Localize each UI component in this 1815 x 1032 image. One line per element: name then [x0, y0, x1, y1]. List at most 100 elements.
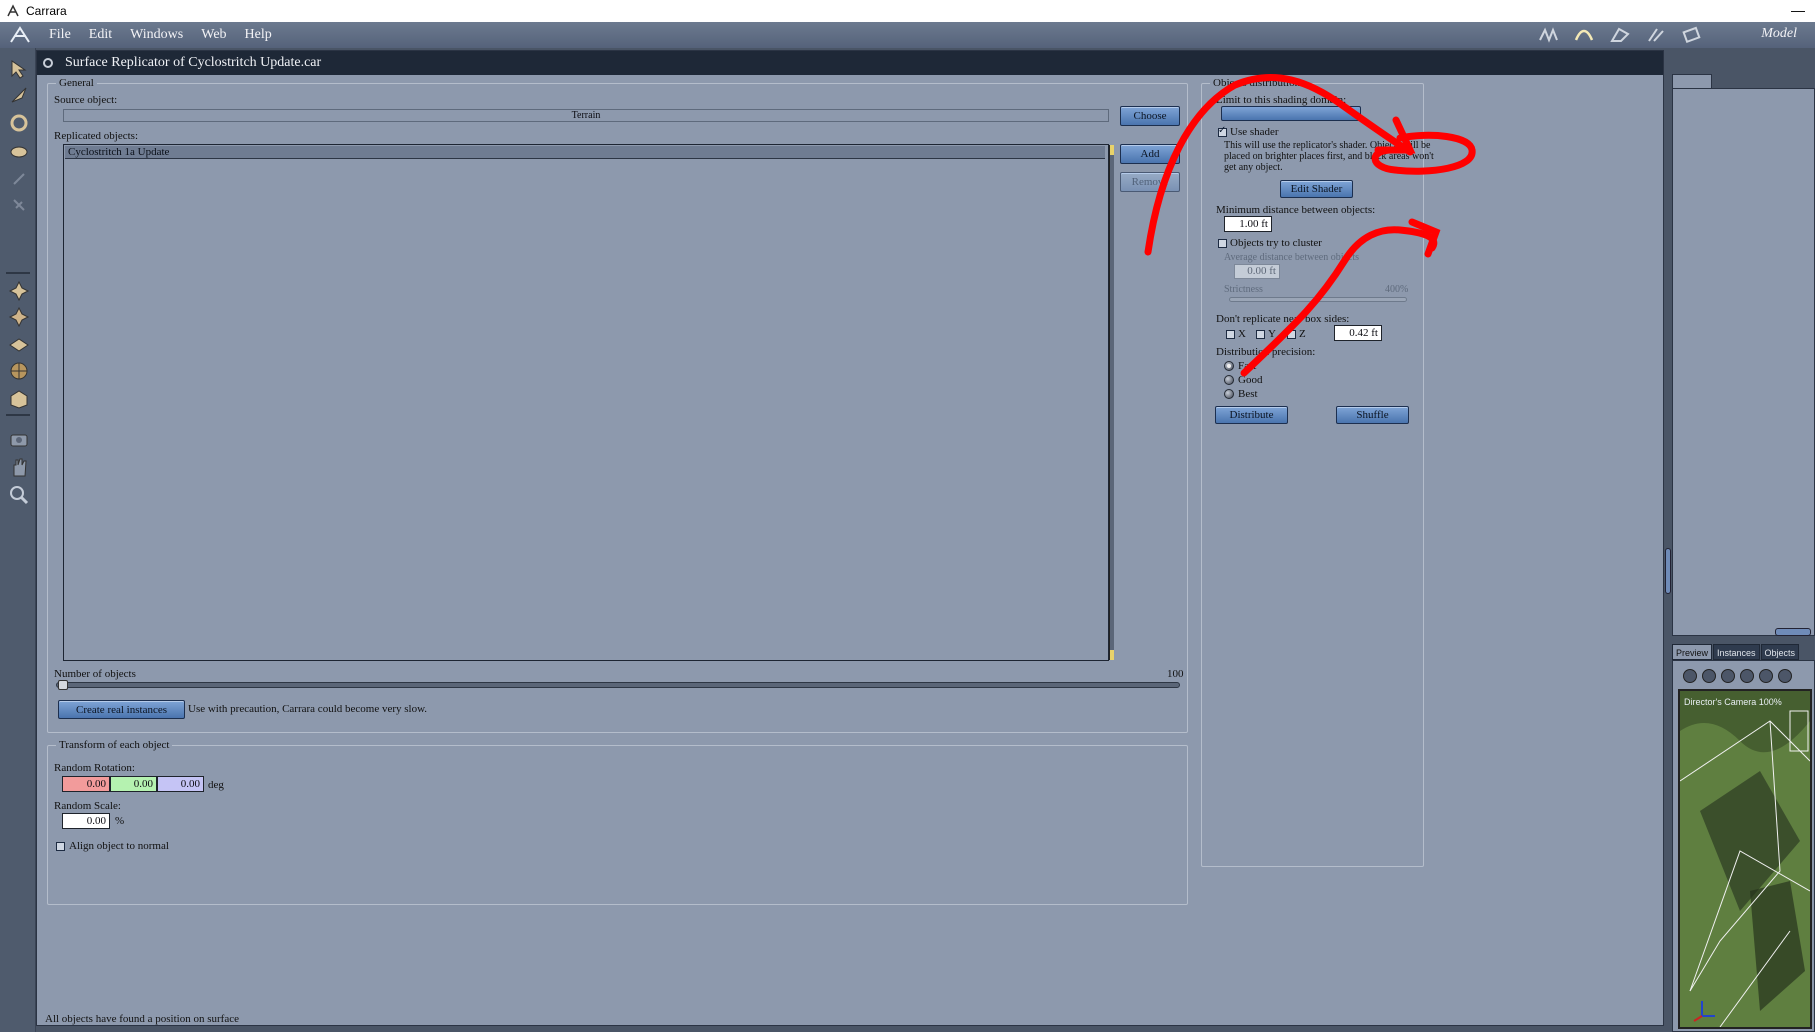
menu-edit[interactable]: Edit — [80, 27, 121, 43]
box-distance-field[interactable]: 0.42 ft — [1334, 325, 1382, 341]
render-sphere-icon[interactable] — [1778, 669, 1792, 683]
rotation-y-field[interactable]: 0.00 — [110, 776, 157, 792]
min-distance-field[interactable]: 1.00 ft — [1224, 216, 1272, 232]
hand-pan-icon[interactable] — [6, 454, 32, 480]
strictness-value: 400% — [1385, 284, 1409, 295]
model-room-icon[interactable] — [1607, 24, 1633, 46]
navigate-icon[interactable] — [1683, 669, 1697, 683]
align-to-normal-label: Align object to normal — [69, 840, 169, 852]
remove-button[interactable]: Remove — [1120, 172, 1180, 192]
shading-domain-label: Limit to this shading domain: — [1216, 94, 1347, 106]
edit-shader-button[interactable]: Edit Shader — [1280, 180, 1353, 198]
window-titlebar: Carrara — — [0, 0, 1815, 22]
menu-web[interactable]: Web — [192, 27, 235, 43]
solid-cube-icon[interactable] — [1740, 669, 1754, 683]
tab-preview[interactable]: Preview — [1672, 644, 1713, 660]
precaution-text: Use with precaution, Carrara could becom… — [188, 703, 428, 715]
chevron-down-icon: ⌄ — [1348, 107, 1356, 117]
replicator-content: General Source object: Terrain Choose Re… — [37, 75, 1663, 1025]
number-of-objects-thumb[interactable] — [58, 680, 68, 690]
box-y-checkbox[interactable] — [1256, 330, 1265, 339]
avg-distance-label: Average distance between objects — [1224, 252, 1360, 263]
create-real-instances-button[interactable]: Create real instances — [58, 700, 185, 719]
room-switcher — [1535, 24, 1705, 46]
source-object-field: Terrain — [63, 109, 1109, 122]
objects-distribution-group: Objects distribution Limit to this shadi… — [1201, 77, 1434, 867]
precision-good-radio[interactable] — [1224, 375, 1234, 385]
source-object-label: Source object: — [54, 94, 118, 106]
precision-label: Distribution precision: — [1216, 346, 1316, 358]
track-icon[interactable] — [6, 332, 32, 358]
zoom-icon[interactable] — [6, 482, 32, 508]
box-x-checkbox[interactable] — [1226, 330, 1235, 339]
shaded-sphere-icon[interactable] — [1759, 669, 1773, 683]
strictness-slider[interactable] — [1229, 297, 1407, 302]
side-panel-grip[interactable] — [1665, 548, 1671, 594]
preview-viewport[interactable]: Director's Camera 100% — [1678, 689, 1812, 1029]
replicated-objects-list[interactable]: Cyclostritch 1a Update — [63, 144, 1114, 661]
box-x-label: X — [1238, 328, 1246, 340]
document-titlebar: Surface Replicator of Cyclostritch Updat… — [37, 51, 1663, 75]
window-title: Carrara — [26, 4, 67, 18]
minimize-button[interactable]: — — [1791, 2, 1805, 18]
cluster-checkbox[interactable] — [1218, 239, 1227, 248]
cluster-label: Objects try to cluster — [1230, 237, 1322, 249]
box-z-checkbox[interactable] — [1287, 330, 1296, 339]
preview-controls — [1683, 669, 1792, 683]
properties-panel — [1672, 88, 1815, 636]
menu-help[interactable]: Help — [236, 27, 281, 43]
assemble-room-icon[interactable] — [1571, 24, 1597, 46]
bind-icon — [6, 192, 32, 218]
shading-domain-dropdown[interactable]: ⌄ — [1221, 106, 1361, 121]
rotation-x-field[interactable]: 0.00 — [62, 776, 110, 792]
list-scrollbar[interactable] — [1109, 145, 1114, 660]
precision-best-radio[interactable] — [1224, 389, 1234, 399]
wireframe-cube-icon[interactable] — [1721, 669, 1735, 683]
texture-room-icon[interactable] — [1643, 24, 1669, 46]
box-sides-label: Don't replicate near box sides: — [1216, 313, 1350, 325]
render-room-icon[interactable] — [1679, 24, 1705, 46]
replicated-objects-label: Replicated objects: — [54, 130, 138, 142]
panel-splitter[interactable] — [1775, 628, 1811, 636]
window-close-icon[interactable] — [43, 58, 53, 68]
list-item[interactable]: Cyclostritch 1a Update — [65, 146, 1105, 159]
camera-icon[interactable] — [6, 426, 32, 452]
general-group-title: General — [56, 77, 97, 89]
orbit-icon[interactable] — [6, 358, 32, 384]
precision-fast-radio[interactable] — [1224, 361, 1234, 371]
link-icon — [6, 166, 32, 192]
scale-icon[interactable] — [6, 138, 32, 164]
menu-windows[interactable]: Windows — [121, 27, 192, 43]
random-scale-field[interactable]: 0.00 — [62, 813, 110, 829]
dolly-icon[interactable] — [6, 304, 32, 330]
menu-file[interactable]: File — [40, 27, 80, 43]
add-button[interactable]: Add — [1120, 144, 1180, 164]
rotation-z-field[interactable]: 0.00 — [157, 776, 204, 792]
shader-description-line3: get any object. — [1224, 162, 1283, 173]
use-shader-checkbox[interactable] — [1218, 125, 1227, 137]
menu-bar: File Edit Windows Web Help Model — [0, 22, 1815, 48]
align-to-normal-checkbox[interactable] — [56, 842, 65, 851]
storyboard-room-icon[interactable] — [1535, 24, 1561, 46]
number-of-objects-slider[interactable] — [56, 680, 1180, 690]
precision-fast-label: Fast — [1238, 360, 1257, 372]
left-toolbar — [0, 48, 36, 1032]
move-icon[interactable] — [6, 82, 32, 108]
box-y-label: Y — [1268, 328, 1276, 340]
distribute-button[interactable]: Distribute — [1215, 406, 1288, 424]
shuffle-button[interactable]: Shuffle — [1336, 406, 1409, 424]
rotate-icon[interactable] — [6, 110, 32, 136]
use-shader-label: Use shader — [1230, 126, 1279, 138]
number-of-objects-label: Number of objects — [54, 668, 136, 680]
move-camera-icon[interactable] — [6, 278, 32, 304]
tab-instances[interactable]: Instances — [1713, 644, 1760, 660]
tab-objects[interactable]: Objects — [1760, 644, 1800, 660]
texture-map-icon[interactable] — [6, 386, 32, 412]
rotate-view-icon[interactable] — [1702, 669, 1716, 683]
toolbar-divider — [6, 414, 30, 416]
choose-button[interactable]: Choose — [1120, 106, 1180, 126]
general-group: General Source object: Terrain Choose Re… — [47, 77, 1188, 733]
avg-distance-field[interactable]: 0.00 ft — [1234, 264, 1280, 279]
select-arrow-icon[interactable] — [6, 56, 32, 82]
room-label: Model — [1761, 26, 1797, 41]
